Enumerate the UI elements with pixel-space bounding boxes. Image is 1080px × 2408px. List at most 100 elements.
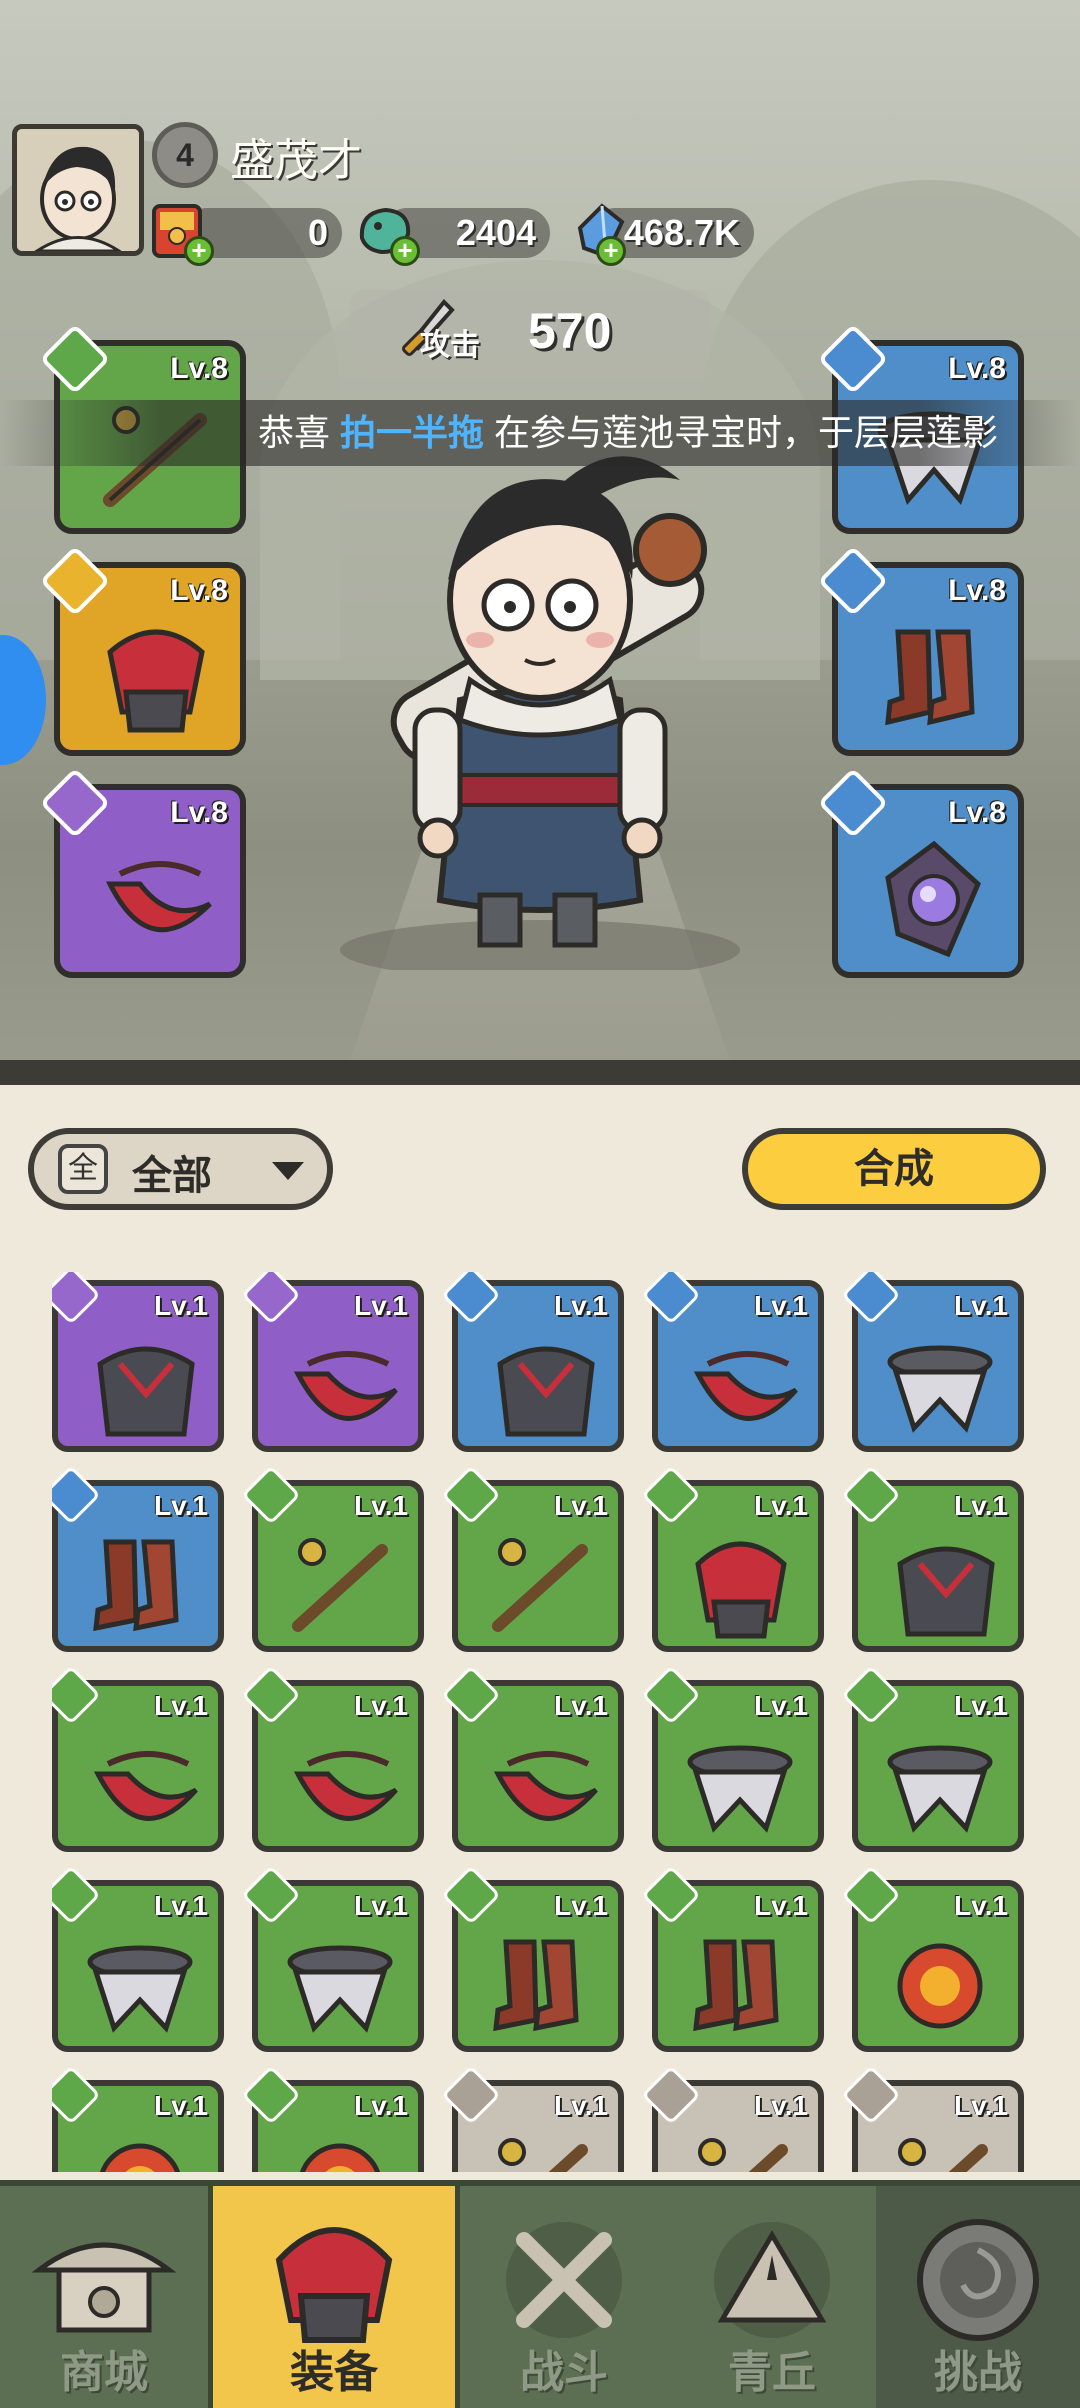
item-level: Lv.1 [354,2090,408,2121]
inventory-item-slot[interactable]: Lv.1 [241,2065,424,2172]
avatar-portrait-icon [17,129,139,251]
weapon-icon [492,1538,588,1632]
amulet-icon [93,1751,198,1821]
inventory-item-slot[interactable]: Lv.1 [641,1665,824,1852]
inventory-item-slot[interactable]: Lv.1 [641,1465,824,1652]
add-crystal-button[interactable]: + [596,236,626,266]
item-type-icon [52,1665,101,1725]
inventory-item-slot[interactable]: Lv.1 [441,2065,624,2172]
amulet-icon [105,861,212,933]
crossed-swords-icon [506,2222,622,2338]
inventory-item-slot[interactable]: Lv.1 [641,1865,824,2052]
item-level: Lv.1 [554,1890,608,1921]
nav-challenge[interactable]: 挑战 [876,2186,1080,2408]
inventory-grid: Lv.1 Lv.1 Lv.1 Lv.1 Lv.1 Lv.1 Lv.1 Lv.1 Lv.1 Lv.1… [52,1272,1032,2172]
combine-button[interactable]: 合成 [742,1128,1046,1210]
player-level-badge: 4 [152,122,218,188]
equipped-orb-slot[interactable]: Lv.8 [817,767,1024,978]
player-avatar[interactable] [12,124,144,256]
inventory-item-slot[interactable]: Lv.1 [52,1465,224,1652]
hero-character [340,456,740,970]
equipped-level: Lv.8 [948,574,1006,607]
item-type-icon [441,2065,501,2125]
belt-icon [887,1745,993,1833]
vortex-icon [917,2219,1039,2341]
weapon-icon [898,2138,988,2172]
item-level: Lv.1 [354,1690,408,1721]
amulet-icon [293,1351,398,1421]
item-level: Lv.1 [754,2090,808,2121]
chevron-down-icon [272,1162,304,1180]
news-ticker: 恭喜 拍一半拖 在参与莲池寻宝时，于层层莲影 [0,400,1080,466]
helmet-icon [695,1541,787,1639]
inventory-item-slot[interactable]: Lv.1 [441,1865,624,2052]
weapon-icon [498,2138,588,2172]
item-level: Lv.1 [954,1690,1008,1721]
inventory-item-slot[interactable]: Lv.1 [241,1465,424,1652]
bottom-nav: 商城 装备 战斗 青丘 挑战 [0,2180,1080,2408]
item-level: Lv.1 [554,1690,608,1721]
inventory-item-slot[interactable]: Lv.1 [241,1665,424,1852]
amulet-icon [493,1751,598,1821]
item-level: Lv.1 [554,1290,608,1321]
item-type-icon [641,2065,701,2125]
item-type-icon [52,1465,101,1525]
item-type-icon [52,1272,101,1325]
inventory-item-slot[interactable]: Lv.1 [52,1665,224,1852]
inventory-item-slot[interactable]: Lv.1 [841,1865,1024,2052]
item-type-icon [441,1665,501,1725]
weapon-icon [292,1538,388,1632]
nav-shop[interactable]: 商城 [0,2186,208,2408]
belt-icon [687,1745,793,1833]
inventory-item-slot[interactable]: Lv.1 [241,1272,424,1452]
inventory-item-slot[interactable]: Lv.1 [841,1272,1024,1452]
armor-icon [897,1546,995,1637]
inventory-item-slot[interactable]: Lv.1 [641,2065,824,2172]
equipped-boots-slot[interactable]: Lv.8 [817,545,1024,756]
item-level: Lv.1 [154,1690,208,1721]
equipped-amulet-slot[interactable]: Lv.8 [39,767,246,978]
nav-challenge-label: 挑战 [934,2348,1022,2397]
inventory-item-slot[interactable]: Lv.1 [641,1272,824,1452]
belt-icon [887,1345,993,1433]
inventory-item-slot[interactable]: Lv.1 [52,1865,224,2052]
inventory-item-slot[interactable]: Lv.1 [441,1272,624,1452]
inventory-item-slot[interactable]: Lv.1 [441,1665,624,1852]
item-type-icon [641,1665,701,1725]
attack-value: 570 [528,303,612,359]
item-level: Lv.1 [954,2090,1008,2121]
nav-battle-label: 战斗 [520,2348,608,2397]
add-red-envelope-button[interactable]: + [184,236,214,266]
inventory-item-slot[interactable]: Lv.1 [52,1272,224,1452]
boots-icon [885,629,975,726]
item-level: Lv.1 [154,1490,208,1521]
news-suffix: 在参与莲池寻宝时，于层层莲影 [484,412,999,453]
weapon-icon [698,2138,788,2172]
equipped-helmet-slot[interactable]: Lv.8 [39,545,246,756]
inventory-item-slot[interactable]: Lv.1 [241,1865,424,2052]
item-type-icon [241,1465,301,1525]
equipped-level: Lv.8 [948,796,1006,829]
armor-icon [97,1346,195,1437]
item-type-icon [841,1465,901,1525]
nav-equipment-label: 装备 [290,2348,378,2397]
news-player-name[interactable]: 拍一半拖 [340,412,484,453]
item-type-icon [241,2065,301,2125]
nav-battle[interactable]: 战斗 [460,2186,668,2408]
shop-pavilion-icon [31,2242,177,2333]
item-level: Lv.1 [154,1890,208,1921]
item-type-icon [641,1865,701,1925]
inventory-item-slot[interactable]: Lv.1 [841,1465,1024,1652]
boots-icon [693,1939,779,2032]
item-type-icon [241,1865,301,1925]
inventory-item-slot[interactable]: Lv.1 [441,1465,624,1652]
inventory-item-slot[interactable]: Lv.1 [52,2065,224,2172]
inventory-item-slot[interactable]: Lv.1 [841,2065,1024,2172]
nav-qingqiu[interactable]: 青丘 [668,2186,876,2408]
item-level: Lv.1 [954,1490,1008,1521]
add-jade-button[interactable]: + [390,236,420,266]
item-level: Lv.1 [154,1290,208,1321]
nav-equipment[interactable]: 装备 [208,2186,460,2408]
inventory-item-slot[interactable]: Lv.1 [841,1665,1024,1852]
player-name: 盛茂才 [230,136,362,185]
